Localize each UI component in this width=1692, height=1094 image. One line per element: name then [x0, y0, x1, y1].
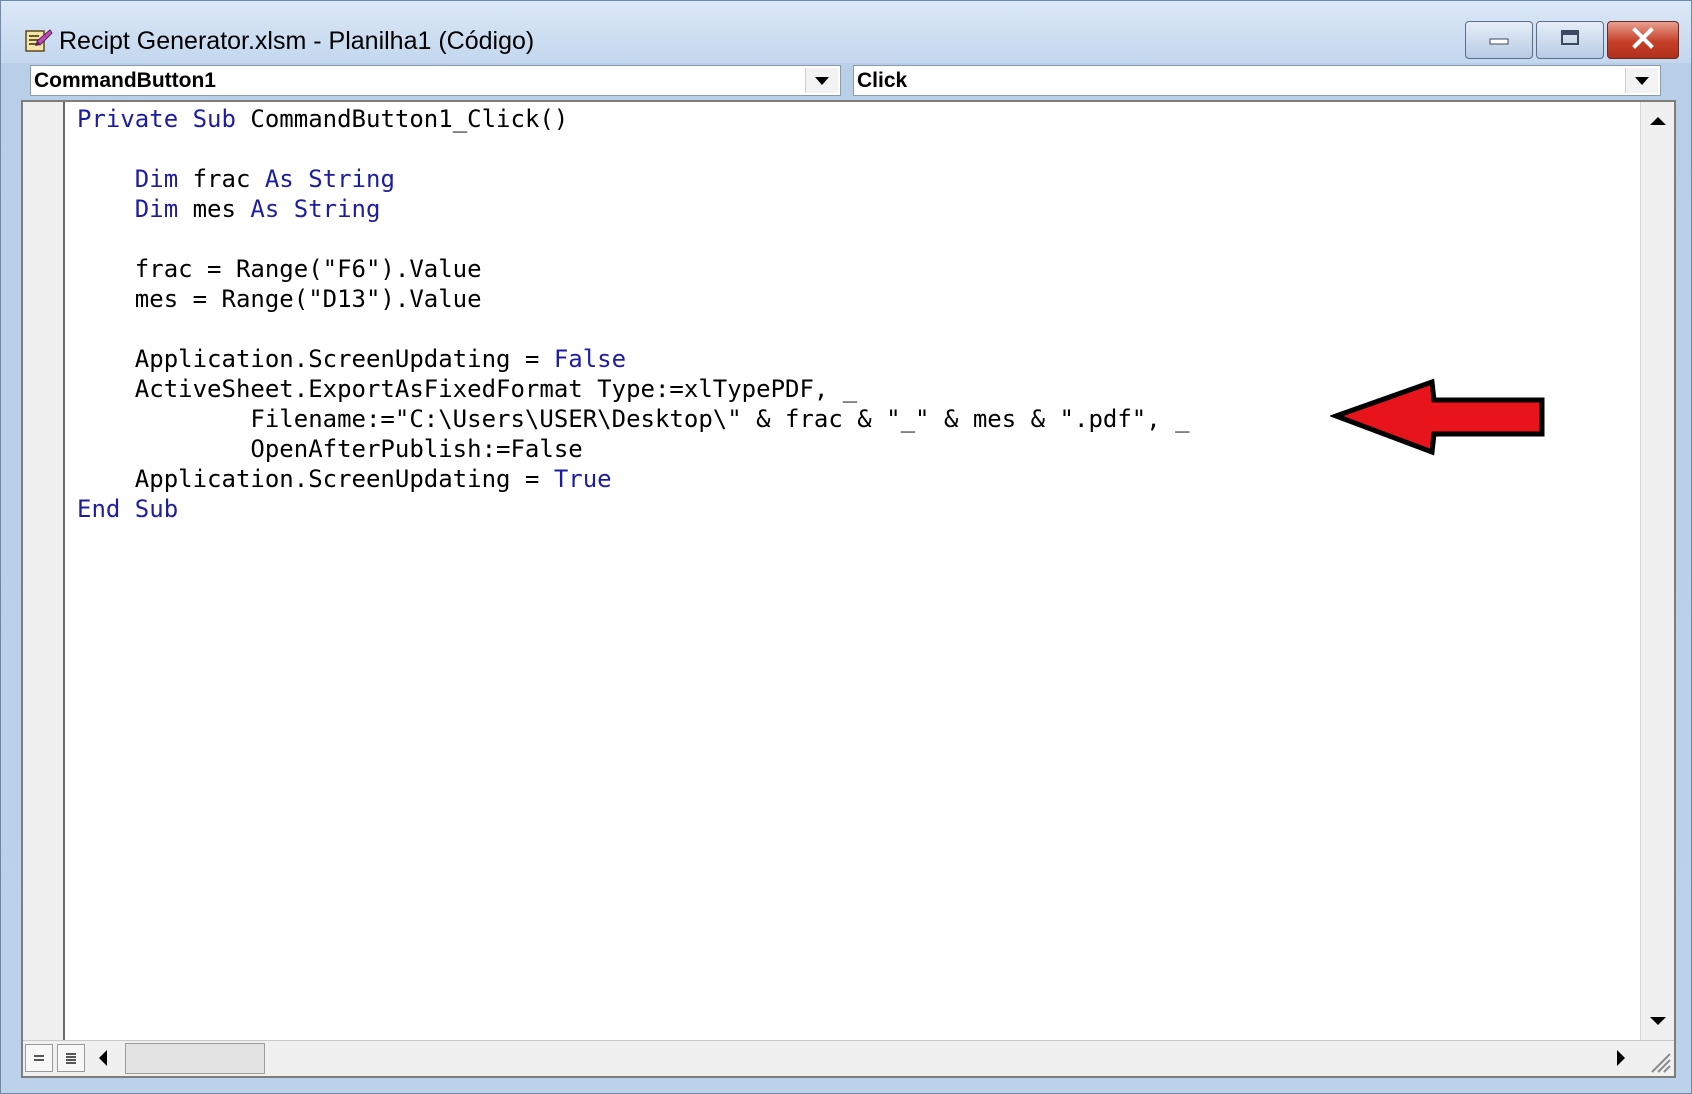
- code-line[interactable]: [77, 134, 1190, 164]
- code-line[interactable]: Private Sub CommandButton1_Click(): [77, 104, 1190, 134]
- annotation-arrow-icon: [1330, 378, 1545, 456]
- code-line[interactable]: Application.ScreenUpdating = True: [77, 464, 1190, 494]
- code-keyword: As String: [250, 195, 381, 223]
- vba-code-window: Recipt Generator.xlsm - Planilha1 (Códig…: [0, 0, 1692, 1094]
- code-token: OpenAfterPublish:=False: [77, 435, 583, 463]
- maximize-icon: [1559, 29, 1581, 52]
- code-line[interactable]: frac = Range("F6").Value: [77, 254, 1190, 284]
- title-bar[interactable]: Recipt Generator.xlsm - Planilha1 (Códig…: [1, 1, 1691, 63]
- minimize-icon: [1488, 31, 1510, 50]
- code-line[interactable]: End Sub: [77, 494, 1190, 524]
- procedure-view-button[interactable]: [25, 1044, 53, 1072]
- procedure-dropdown[interactable]: Click: [853, 65, 1661, 96]
- minimize-button[interactable]: [1465, 21, 1533, 59]
- code-token: frac = Range("F6").Value: [77, 255, 482, 283]
- chevron-down-icon[interactable]: [1625, 68, 1658, 93]
- code-line[interactable]: Dim frac As String: [77, 164, 1190, 194]
- full-module-view-button[interactable]: [57, 1044, 85, 1072]
- margin-indicator-bar[interactable]: [23, 102, 65, 1040]
- object-dropdown-value: CommandButton1: [34, 69, 216, 92]
- code-keyword: True: [553, 465, 612, 493]
- window-title: Recipt Generator.xlsm - Planilha1 (Códig…: [59, 27, 535, 55]
- code-keyword: False: [553, 345, 627, 373]
- code-line[interactable]: Filename:="C:\Users\USER\Desktop\" & fra…: [77, 404, 1190, 434]
- code-token: mes: [178, 195, 251, 223]
- horizontal-scrollbar[interactable]: [23, 1040, 1674, 1076]
- scroll-up-button[interactable]: [1641, 104, 1674, 138]
- code-keyword: As String: [264, 165, 395, 193]
- code-keyword: End Sub: [77, 495, 179, 523]
- code-token: Application.ScreenUpdating =: [77, 345, 554, 373]
- code-line[interactable]: [77, 224, 1190, 254]
- close-button[interactable]: [1607, 21, 1679, 59]
- code-line[interactable]: [77, 314, 1190, 344]
- object-dropdown[interactable]: CommandButton1: [30, 65, 841, 96]
- scroll-down-button[interactable]: [1641, 1004, 1674, 1038]
- close-icon: [1631, 26, 1655, 54]
- code-token: Filename:="C:\Users\USER\Desktop\" & fra…: [77, 405, 1190, 433]
- code-token: ActiveSheet.ExportAsFixedFormat Type:=xl…: [77, 375, 858, 403]
- code-text[interactable]: Private Sub CommandButton1_Click() Dim f…: [77, 104, 1190, 524]
- code-editor[interactable]: Private Sub CommandButton1_Click() Dim f…: [21, 100, 1676, 1078]
- code-line[interactable]: Dim mes As String: [77, 194, 1190, 224]
- code-token: CommandButton1_Click(): [235, 105, 569, 133]
- code-token: Application.ScreenUpdating =: [77, 465, 554, 493]
- vertical-scrollbar[interactable]: [1640, 102, 1674, 1040]
- code-token: mes = Range("D13").Value: [77, 285, 482, 313]
- procedure-dropdown-value: Click: [857, 69, 908, 92]
- code-keyword: Private Sub: [77, 105, 236, 133]
- scroll-right-button[interactable]: [1607, 1044, 1635, 1072]
- code-line[interactable]: ActiveSheet.ExportAsFixedFormat Type:=xl…: [77, 374, 1190, 404]
- scroll-left-button[interactable]: [89, 1044, 117, 1072]
- code-line[interactable]: Application.ScreenUpdating = False: [77, 344, 1190, 374]
- code-keyword: Dim: [134, 165, 179, 193]
- vba-module-icon: [23, 27, 53, 55]
- maximize-button[interactable]: [1536, 21, 1604, 59]
- horizontal-scroll-thumb[interactable]: [125, 1043, 265, 1074]
- code-token: frac: [178, 165, 265, 193]
- chevron-down-icon[interactable]: [805, 68, 838, 93]
- resize-grip-icon[interactable]: [1640, 1042, 1674, 1076]
- code-keyword: Dim: [134, 195, 179, 223]
- code-line[interactable]: OpenAfterPublish:=False: [77, 434, 1190, 464]
- code-line[interactable]: mes = Range("D13").Value: [77, 284, 1190, 314]
